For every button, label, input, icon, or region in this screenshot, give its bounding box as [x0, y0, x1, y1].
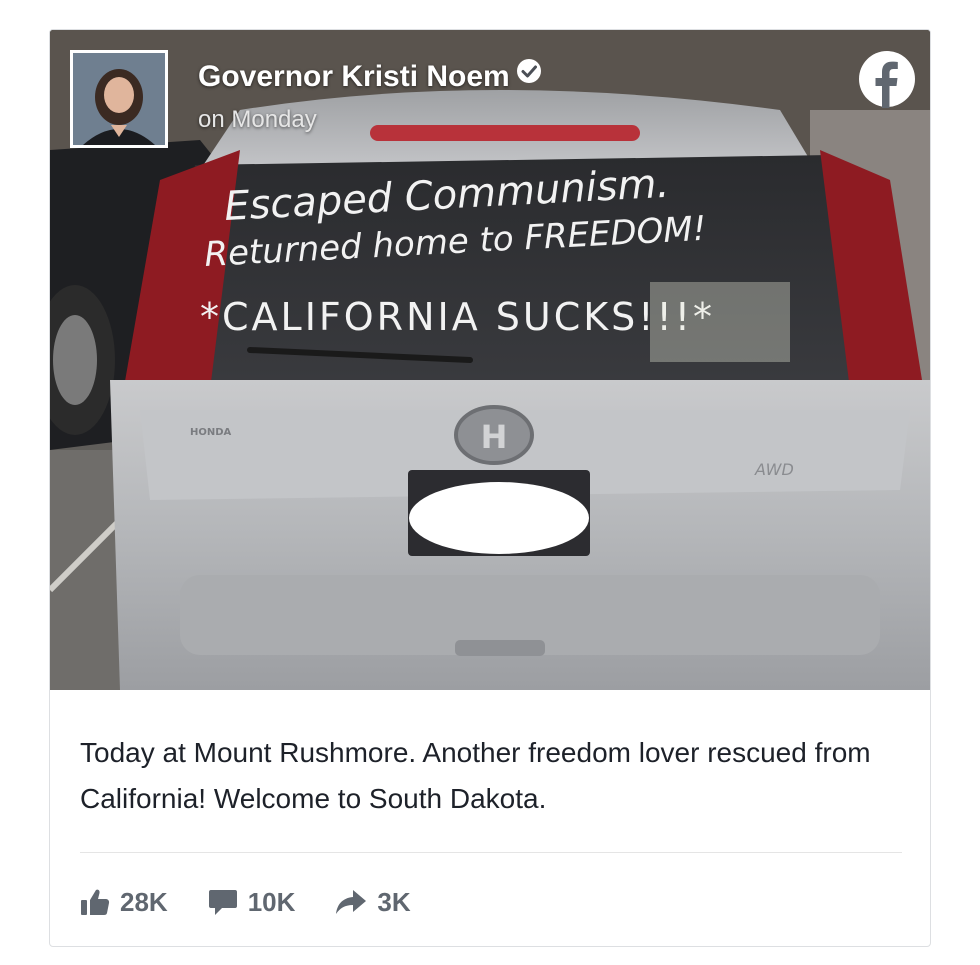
like-button[interactable]: 28K [80, 887, 168, 918]
share-button[interactable]: 3K [335, 886, 411, 918]
post-timestamp[interactable]: on Monday [198, 106, 317, 134]
comment-bubble-icon [208, 888, 238, 916]
post-photo[interactable]: H HONDA AWD Escaped Communism. Returned … [50, 30, 930, 690]
post-actions: 28K 10K 3K [80, 880, 411, 924]
facebook-logo-icon[interactable] [858, 50, 916, 108]
divider [80, 852, 902, 853]
svg-text:HONDA: HONDA [190, 427, 232, 438]
share-arrow-icon [335, 889, 367, 915]
share-count: 3K [377, 886, 411, 917]
avatar[interactable] [70, 50, 168, 148]
post-caption: Today at Mount Rushmore. Another freedom… [80, 737, 871, 814]
author-name[interactable]: Governor Kristi Noem [198, 58, 542, 94]
facebook-post-card: H HONDA AWD Escaped Communism. Returned … [49, 29, 931, 947]
verified-badge-icon [516, 58, 542, 92]
thumbs-up-icon [80, 888, 110, 916]
comment-button[interactable]: 10K [208, 886, 296, 918]
like-count: 28K [120, 886, 168, 917]
author-name-text: Governor Kristi Noem [198, 60, 510, 93]
svg-text:AWD: AWD [754, 460, 794, 479]
svg-text:H: H [481, 418, 508, 456]
comment-count: 10K [247, 886, 296, 917]
window-text-line3: *CALIFORNIA SUCKS!!!* [200, 295, 715, 339]
